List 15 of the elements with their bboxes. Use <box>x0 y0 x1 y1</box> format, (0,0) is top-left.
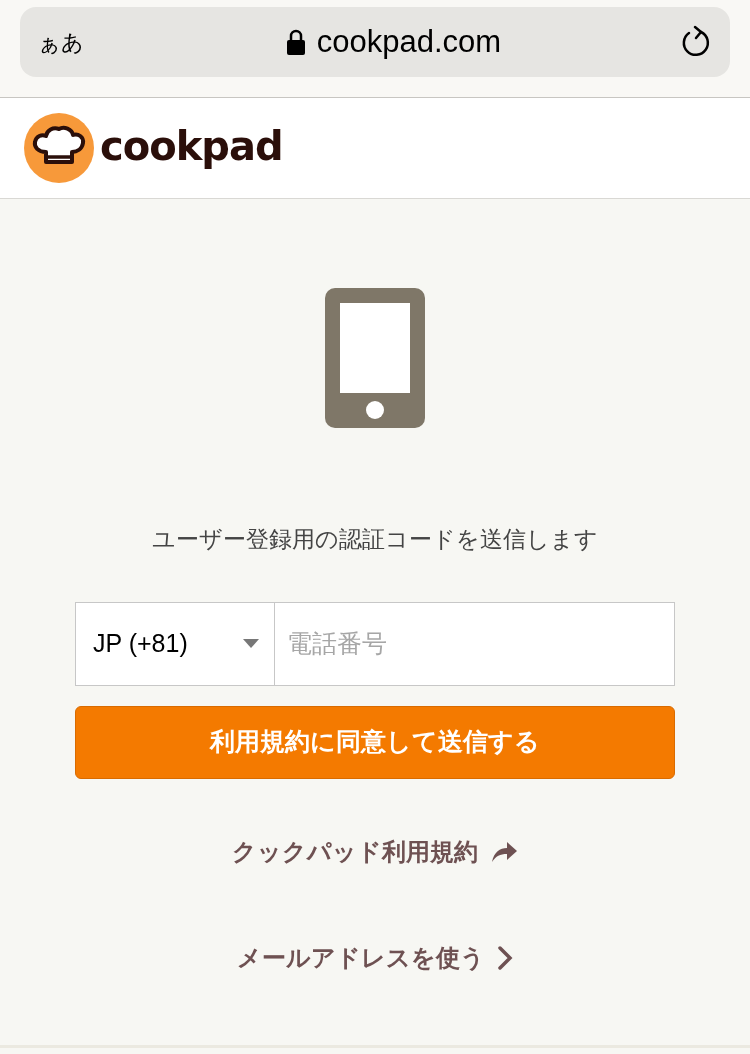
email-link[interactable]: メールアドレスを使う <box>237 939 513 976</box>
logo-text[interactable]: cookpad <box>100 116 283 180</box>
terms-link[interactable]: クックパッド利用規約 <box>232 833 518 870</box>
dropdown-caret-icon <box>243 639 259 648</box>
reload-icon[interactable] <box>680 25 712 59</box>
text-size-button[interactable]: ぁあ <box>38 25 128 59</box>
chef-hat-logo-icon[interactable] <box>24 113 94 183</box>
smartphone-icon <box>325 288 425 428</box>
country-select[interactable]: JP (+81) <box>75 601 275 686</box>
url-text: cookpad.com <box>316 22 502 61</box>
address-bar[interactable]: ぁあ cookpad.com <box>20 7 730 77</box>
phone-number-field[interactable]: 電話番号 <box>275 601 675 686</box>
instruction-text: ユーザー登録用の認証コードを送信します <box>152 525 598 554</box>
lock-icon <box>286 29 305 55</box>
chevron-right-icon <box>497 944 513 971</box>
